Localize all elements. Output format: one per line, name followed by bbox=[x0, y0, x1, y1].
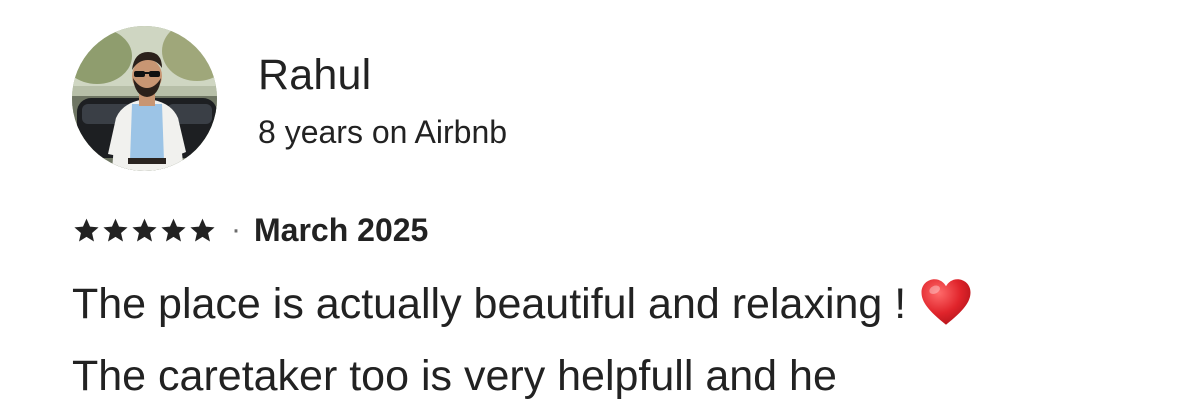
reviewer-name: Rahul bbox=[258, 51, 372, 99]
review-card: Rahul 8 years on Airbnb · March 2025 The… bbox=[0, 0, 1179, 419]
review-line-2: The caretaker too is very helpfull and h… bbox=[72, 352, 837, 400]
review-line-1: The place is actually beautiful and rela… bbox=[72, 268, 1152, 340]
rating-separator: · bbox=[231, 213, 241, 246]
star-icon bbox=[190, 218, 215, 241]
review-line-1-text: The place is actually beautiful and rela… bbox=[72, 280, 907, 328]
review-text: The place is actually beautiful and rela… bbox=[72, 268, 1152, 412]
star-icon bbox=[103, 218, 128, 241]
red-heart-icon bbox=[921, 279, 971, 325]
rating-row: · March 2025 bbox=[72, 210, 428, 250]
star-icon bbox=[74, 218, 99, 241]
review-date: March 2025 bbox=[254, 212, 429, 248]
avatar[interactable] bbox=[72, 26, 217, 171]
star-rating bbox=[72, 216, 217, 245]
person-photo-avatar-icon bbox=[72, 26, 217, 171]
star-icon bbox=[161, 218, 186, 241]
star-icon bbox=[132, 218, 157, 241]
reviewer-tenure: 8 years on Airbnb bbox=[258, 114, 508, 150]
